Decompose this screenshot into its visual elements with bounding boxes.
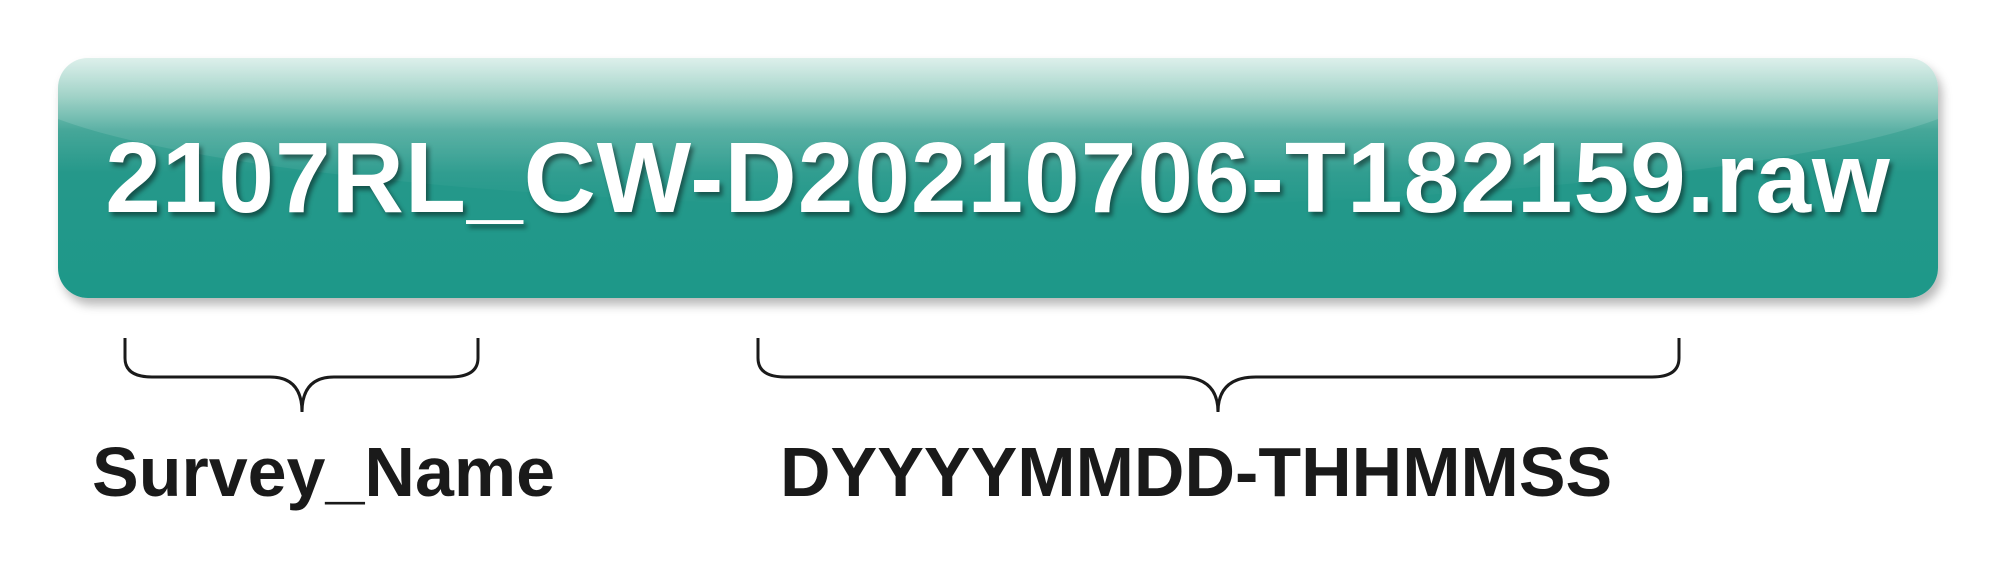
survey-name-label: Survey_Name [92,433,556,511]
datetime-brace [756,338,1681,413]
datetime-format-label: DYYYYMMDD-THHMMSS [780,433,1613,511]
filename-banner: 2107RL_CW-D20210706-T182159.raw [58,58,1938,298]
survey-name-brace [123,338,480,413]
filename-text: 2107RL_CW-D20210706-T182159.raw [105,122,1891,234]
